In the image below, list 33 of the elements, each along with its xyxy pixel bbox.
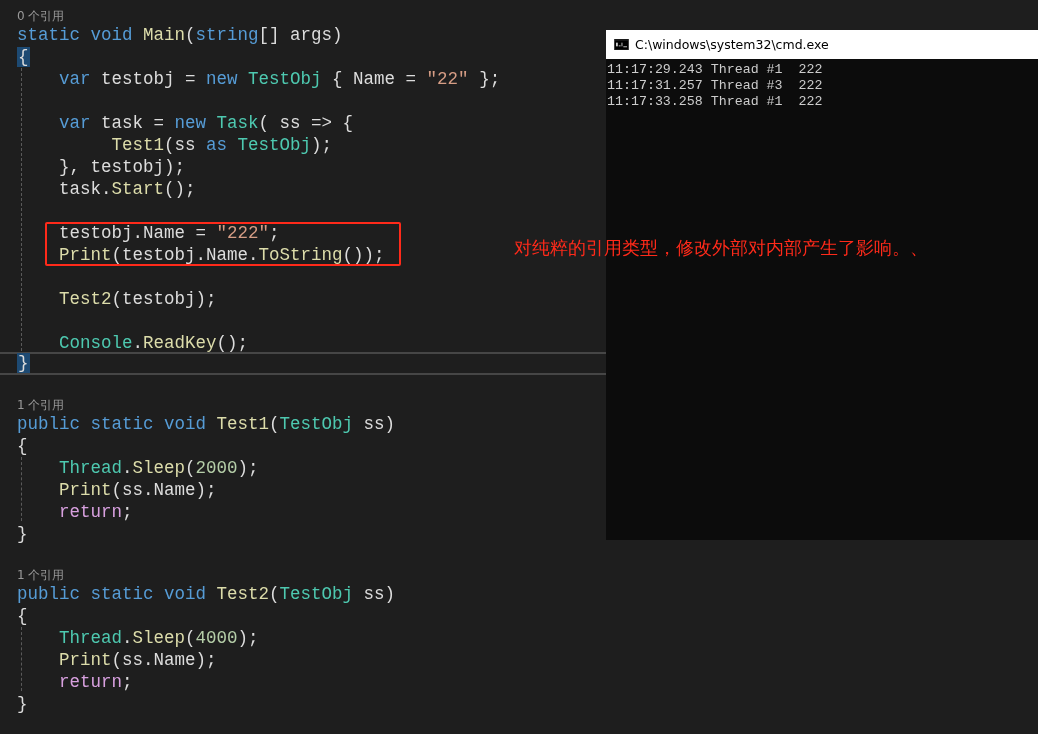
indent-guide bbox=[21, 457, 22, 521]
code-line: Console.ReadKey(); bbox=[58, 332, 249, 354]
reference-count[interactable]: 1 个引用 bbox=[17, 397, 65, 413]
code-line: Print(ss.Name); bbox=[58, 649, 217, 671]
annotation-text: 对纯粹的引用类型，修改外部对内部产生了影响。、 bbox=[514, 236, 928, 260]
code-line: return; bbox=[58, 501, 133, 523]
code-line: } bbox=[17, 693, 28, 715]
code-line: Thread.Sleep(4000); bbox=[58, 627, 259, 649]
output-line: 11:17:29.243 Thread #1 222 bbox=[607, 62, 823, 78]
code-line: public static void Test2(TestObj ss) bbox=[17, 583, 396, 605]
code-line: static void Main(string[] args) bbox=[17, 24, 343, 46]
output-line: 11:17:33.258 Thread #1 222 bbox=[607, 94, 823, 110]
code-line: Print(testobj.Name.ToString()); bbox=[58, 244, 385, 266]
code-line: testobj.Name = "222"; bbox=[58, 222, 280, 244]
output-line: 11:17:31.257 Thread #3 222 bbox=[607, 78, 823, 94]
window-title: C:\windows\system32\cmd.exe bbox=[635, 37, 829, 52]
code-line: task.Start(); bbox=[58, 178, 196, 200]
code-line: Test1(ss as TestObj); bbox=[110, 134, 333, 156]
code-line: } bbox=[17, 523, 28, 545]
code-line: { bbox=[17, 435, 28, 457]
code-line: var testobj = new TestObj { Name = "22" }; bbox=[58, 68, 501, 90]
code-line: { bbox=[17, 605, 28, 627]
code-line: var task = new Task( ss => { bbox=[58, 112, 354, 134]
reference-count[interactable]: 1 个引用 bbox=[17, 567, 65, 583]
code-line: return; bbox=[58, 671, 133, 693]
console-icon bbox=[614, 39, 629, 50]
reference-count[interactable]: 0 个引用 bbox=[17, 8, 65, 24]
indent-guide bbox=[21, 627, 22, 691]
code-line: Print(ss.Name); bbox=[58, 479, 217, 501]
code-line: public static void Test1(TestObj ss) bbox=[17, 413, 396, 435]
code-line: }, testobj); bbox=[58, 156, 186, 178]
code-line: Thread.Sleep(2000); bbox=[58, 457, 259, 479]
code-line: Test2(testobj); bbox=[58, 288, 217, 310]
